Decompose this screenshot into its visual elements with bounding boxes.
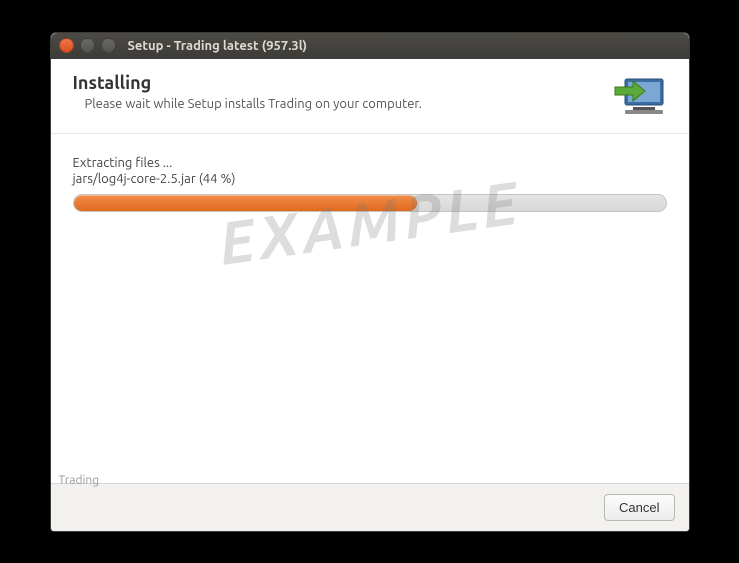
setup-window: Setup - Trading latest (957.3l) Installi… <box>50 32 690 532</box>
file-text: jars/log4j-core-2.5.jar (44 %) <box>73 172 667 186</box>
titlebar[interactable]: Setup - Trading latest (957.3l) <box>51 33 689 59</box>
header: Installing Please wait while Setup insta… <box>51 59 689 134</box>
page-title: Installing <box>73 73 422 93</box>
window-title: Setup - Trading latest (957.3l) <box>128 39 307 53</box>
body: Extracting files ... jars/log4j-core-2.5… <box>51 134 689 483</box>
progress-fill <box>74 195 417 211</box>
cancel-button[interactable]: Cancel <box>604 494 674 521</box>
maximize-icon[interactable] <box>101 38 116 53</box>
page-subtitle: Please wait while Setup installs Trading… <box>85 97 422 111</box>
install-icon <box>611 73 667 121</box>
brand-label: Trading <box>57 474 102 487</box>
progress-bar <box>73 194 667 212</box>
status-text: Extracting files ... <box>73 156 667 170</box>
content-area: Installing Please wait while Setup insta… <box>51 59 689 531</box>
header-text: Installing Please wait while Setup insta… <box>73 73 422 111</box>
minimize-icon[interactable] <box>80 38 95 53</box>
close-icon[interactable] <box>59 38 74 53</box>
footer: Trading Cancel <box>51 483 689 531</box>
